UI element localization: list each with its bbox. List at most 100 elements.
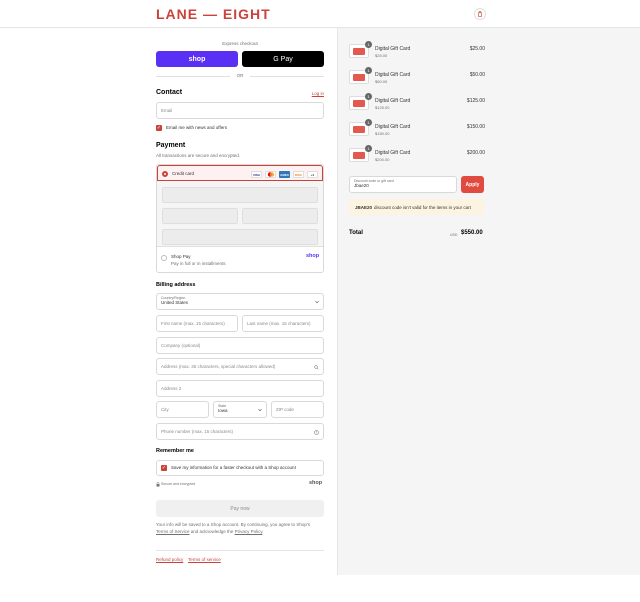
email-field[interactable]: Email [156,102,324,119]
quantity-badge: 1 [365,145,372,152]
visa-icon: VISA [251,171,262,178]
contact-heading: Contact [156,89,183,96]
remember-me-heading: Remember me [156,448,194,454]
pay-now-button[interactable]: Pay now [156,500,324,517]
cart-item: 1 Digital Gift Card $50.00 $50.00 [349,67,485,87]
item-name: Digital Gift Card [375,124,411,130]
svg-text:?: ? [316,431,318,435]
credit-card-option[interactable]: Credit card VISA AMEX DISC +4 [157,165,323,181]
legal-end: . [262,529,264,534]
terms-of-service-link[interactable]: Terms of Service [156,529,190,534]
item-variant: $200.00 [375,157,390,162]
item-price: $150.00 [466,124,485,130]
store-logo[interactable]: LANE — EIGHT [156,6,271,22]
cart-item: 1 Digital Gift Card $150.00 $150.00 [349,119,485,139]
company-field[interactable]: Company (optional) [156,337,324,354]
phone-field[interactable]: Phone number (max. 15 characters) ? [156,423,324,440]
google-pay-button[interactable]: G Pay [242,51,324,67]
credit-card-fields [157,181,323,247]
legal-text: Your info will be saved to a Shop accoun… [156,522,311,527]
payment-heading: Payment [156,142,186,149]
quantity-badge: 1 [365,93,372,100]
total-amount: $550.00 [461,230,483,236]
name-on-card-field[interactable] [162,229,318,245]
currency-code: USD [450,233,458,237]
privacy-policy-link[interactable]: Privacy Policy [235,529,263,534]
discount-code-field[interactable]: Discount code or gift card Jbae20 [349,176,457,193]
chevron-down-icon [315,300,319,304]
first-name-field[interactable]: First name (max. 15 characters) [156,315,238,332]
or-divider: OR [156,73,324,78]
notice-text: discount code isn't valid for the items … [374,204,471,210]
footer-divider [156,550,324,551]
address-field[interactable]: Address (max. 35 characters, special cha… [156,358,324,375]
item-price: $200.00 [466,150,485,156]
credit-card-radio[interactable] [162,171,168,177]
quantity-badge: 1 [365,67,372,74]
item-price: $25.00 [469,46,485,52]
shop-pay-express-button[interactable]: shop [156,51,238,67]
cart-item: 1 Digital Gift Card $25.00 $25.00 [349,41,485,61]
city-field[interactable]: City [156,401,209,418]
last-name-field[interactable]: Last name (max. 15 characters) [242,315,324,332]
address-placeholder: Address (max. 35 characters, special cha… [161,364,276,369]
quantity-badge: 1 [365,41,372,48]
discount-error-notice: JBAE20 discount code isn't valid for the… [349,199,484,215]
payment-methods: Credit card VISA AMEX DISC +4 Shop Pay P… [156,164,324,273]
total-label: Total [349,230,363,236]
item-name: Digital Gift Card [375,72,411,78]
cart-item: 1 Digital Gift Card $200.00 $200.00 [349,145,485,165]
item-price: $50.00 [469,72,485,78]
discount-value: Jbae20 [354,183,369,188]
shop-pay-logo: shop [306,253,320,259]
state-select[interactable]: State Iowa [213,401,267,418]
item-price: $125.00 [466,98,485,104]
lock-icon [156,482,160,487]
notice-code: JBAE20 [355,204,373,210]
login-link[interactable]: Log in [312,91,324,96]
header: LANE — EIGHT [0,0,640,28]
item-variant: $125.00 [375,105,390,110]
item-variant: $25.00 [375,53,388,58]
apply-button[interactable]: Apply [461,176,484,193]
shopping-bag-icon[interactable] [474,8,486,20]
card-number-field[interactable] [162,187,318,203]
zip-field[interactable]: ZIP code [271,401,324,418]
payment-subtitle: All transactions are secure and encrypte… [156,153,241,158]
shop-pay-radio[interactable] [161,255,167,261]
terms-of-service-footer-link[interactable]: Terms of service [188,557,221,562]
chevron-down-icon [258,408,262,412]
cart-item: 1 Digital Gift Card $125.00 $125.00 [349,93,485,113]
amex-icon: AMEX [279,171,290,178]
search-icon [314,365,319,370]
item-variant: $50.00 [375,79,388,84]
mastercard-icon [265,171,276,178]
country-select[interactable]: Country/Region United States [156,293,324,310]
quantity-badge: 1 [365,119,372,126]
shop-pay-subtitle: Pay in full or in installments [171,261,226,266]
refund-policy-link[interactable]: Refund policy [156,557,183,562]
phone-placeholder: Phone number (max. 15 characters) [161,429,234,434]
newsletter-checkbox[interactable]: ✓ [156,125,162,131]
item-name: Digital Gift Card [375,46,411,52]
item-name: Digital Gift Card [375,150,411,156]
newsletter-label: Email me with news and offers [166,125,227,130]
credit-card-label: Credit card [172,171,195,176]
discover-icon: DISC [293,171,304,178]
more-cards-badge: +4 [307,171,318,178]
shop-pay-label: Shop Pay [171,254,191,259]
save-info-checkbox[interactable]: ✓ [161,465,167,471]
security-code-field[interactable] [242,208,318,224]
save-info-label: Save my information for a faster checkou… [171,465,296,470]
legal-middle: and acknowledge the [190,529,234,534]
country-value: United States [161,300,189,305]
help-icon[interactable]: ? [314,430,319,435]
item-name: Digital Gift Card [375,98,411,104]
shop-logo: shop [309,480,323,486]
address2-field[interactable]: Address 2 [156,380,324,397]
item-variant: $150.00 [375,131,390,136]
expiration-field[interactable] [162,208,238,224]
express-checkout-label: Express checkout [222,41,258,46]
secure-label: Secure and encrypted [161,482,196,486]
legal-text-line2: Terms of Service and acknowledge the Pri… [156,529,264,534]
